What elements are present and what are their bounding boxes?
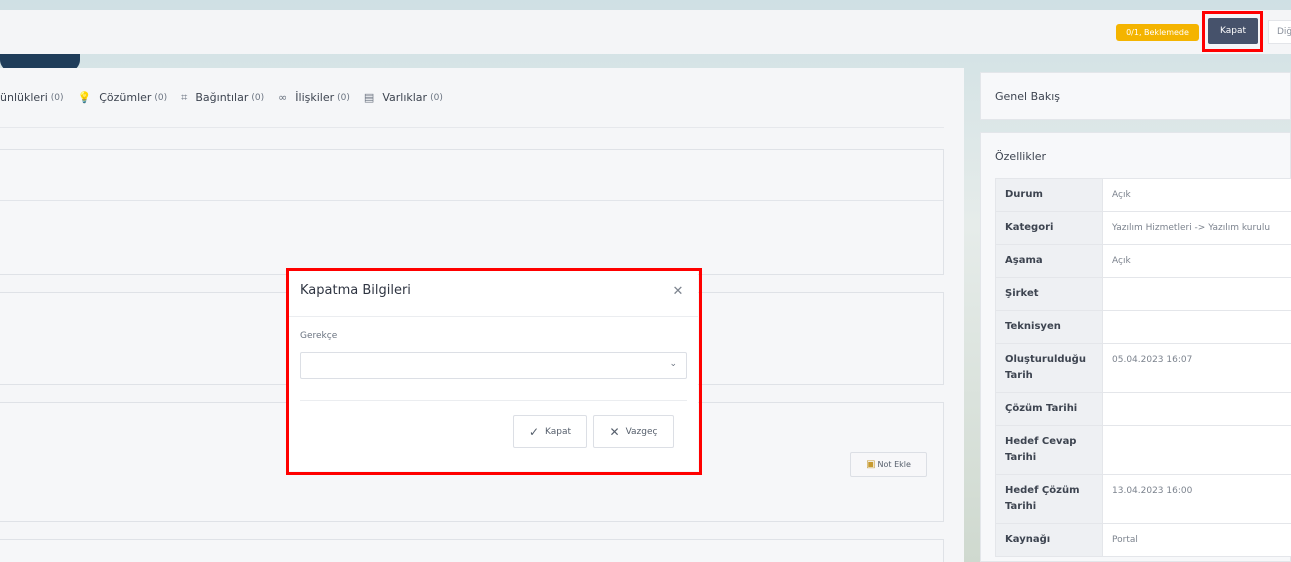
close-icon: ✕ — [609, 424, 620, 439]
confirm-close-button[interactable]: ✓ Kapat — [513, 415, 587, 448]
cancel-label: Vazgeç — [625, 426, 658, 437]
reason-label: Gerekçe — [300, 331, 338, 341]
modal-title: Kapatma Bilgileri — [300, 283, 411, 298]
confirm-close-label: Kapat — [545, 426, 572, 437]
divider — [289, 316, 698, 317]
close-icon[interactable]: ✕ — [671, 285, 685, 299]
chevron-down-icon: ⌄ — [669, 359, 677, 369]
divider — [300, 400, 687, 401]
reason-select[interactable]: ⌄ — [300, 352, 687, 379]
cancel-button[interactable]: ✕ Vazgeç — [593, 415, 674, 448]
close-info-modal: Kapatma Bilgileri ✕ Gerekçe ⌄ ✓ Kapat ✕ … — [289, 271, 698, 471]
check-icon: ✓ — [528, 424, 540, 439]
